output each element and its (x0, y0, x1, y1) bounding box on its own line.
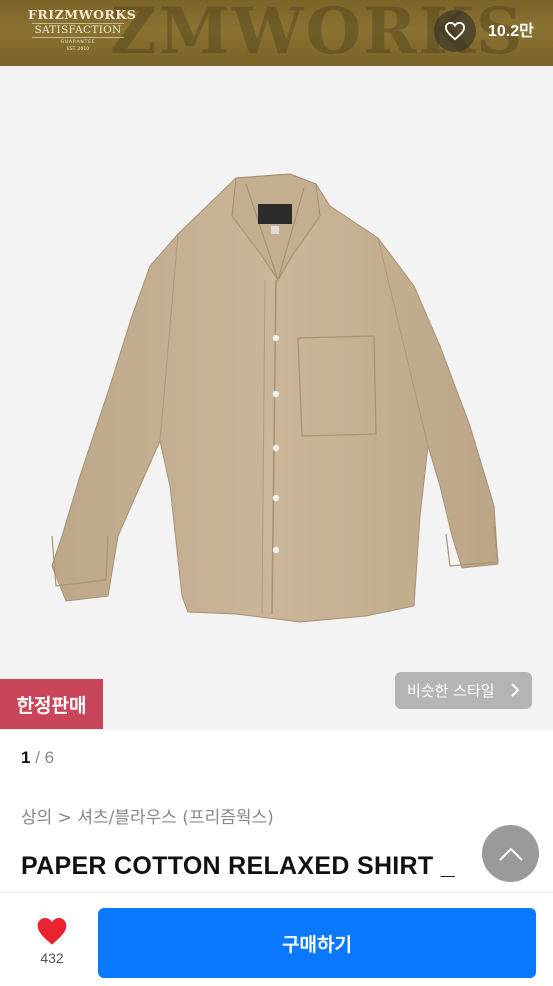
image-pager: 1 / 6 (21, 748, 54, 768)
similar-style-button[interactable]: 비슷한 스타일 (395, 672, 532, 709)
product-title: PAPER COTTON RELAXED SHIRT _ (21, 852, 455, 880)
category-breadcrumb[interactable]: 상의 > 셔츠/블라우스 (프리즘웍스) (21, 803, 274, 828)
pager-total: 6 (44, 748, 55, 767)
brand-like-button[interactable] (434, 10, 476, 52)
chevron-up-icon (498, 847, 523, 861)
shirt-illustration (51, 173, 499, 623)
scroll-to-top-button[interactable] (482, 825, 539, 882)
chevron-right-icon (511, 683, 520, 697)
heart-outline-icon (444, 21, 466, 41)
pager-separator: / (30, 748, 45, 767)
limited-sale-badge: 한정판매 (0, 679, 103, 729)
brand-logo-est: EST. 2010 (66, 47, 90, 52)
heart-filled-icon (37, 918, 67, 945)
brand-banner[interactable]: ZMWORKS FRIZMWORKS SATISFACTION GUARANTE… (0, 0, 553, 66)
similar-style-label: 비슷한 스타일 (407, 682, 495, 700)
brand-logo[interactable]: FRIZMWORKS SATISFACTION GUARANTEE EST. 2… (28, 7, 137, 60)
brand-logo-tagline: SATISFACTION (32, 23, 124, 38)
brand-logo-sub: GUARANTEE (60, 40, 96, 45)
brand-logo-name: FRIZMWORKS (28, 7, 137, 22)
wishlist-button[interactable]: 432 (27, 916, 77, 974)
buy-button[interactable]: 구매하기 (98, 908, 536, 978)
product-image[interactable] (0, 66, 553, 730)
wishlist-count: 432 (40, 950, 64, 966)
brand-like-count: 10.2만 (488, 23, 534, 40)
